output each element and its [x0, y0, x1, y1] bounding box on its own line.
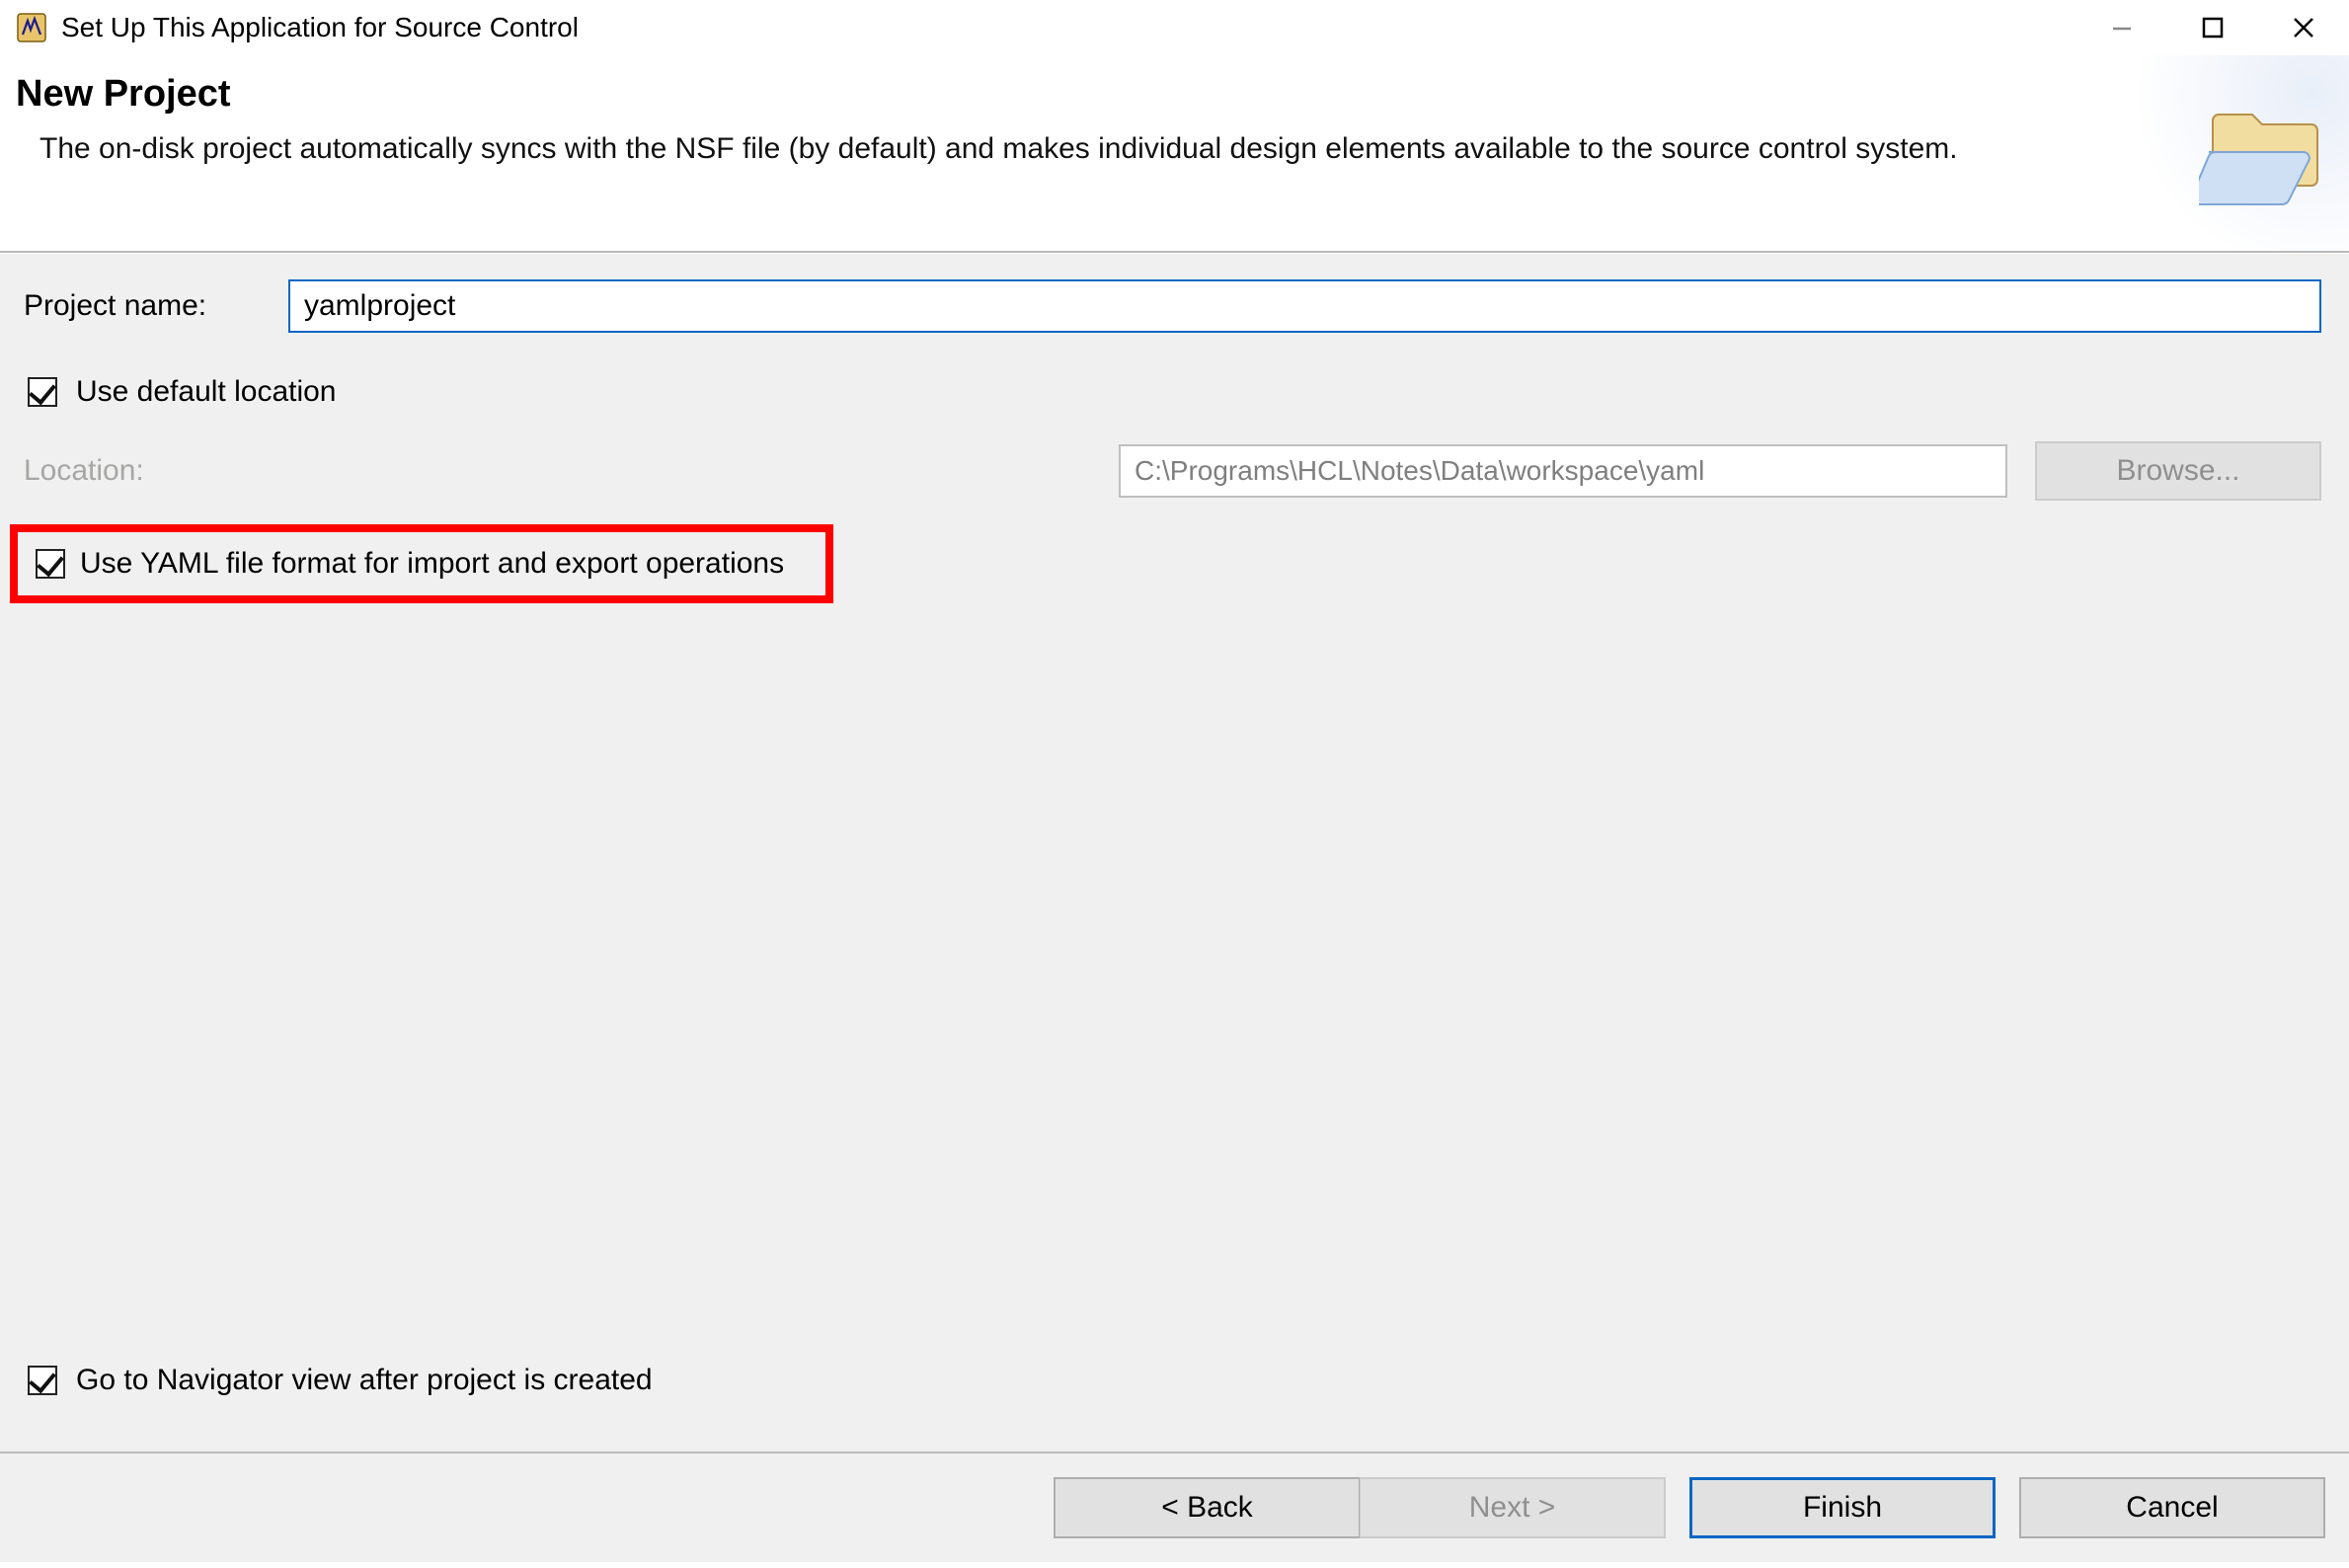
use-yaml-label: Use YAML file format for import and expo…: [80, 547, 784, 581]
wizard-button-bar: < Back Next > Finish Cancel: [0, 1451, 2349, 1562]
next-button: Next >: [1360, 1477, 1666, 1538]
location-input: [1119, 444, 2007, 498]
use-yaml-row[interactable]: Use YAML file format for import and expo…: [10, 524, 833, 603]
go-to-navigator-row[interactable]: Go to Navigator view after project is cr…: [24, 1363, 653, 1398]
window-title: Set Up This Application for Source Contr…: [61, 12, 2076, 43]
use-yaml-checkbox[interactable]: [36, 549, 65, 579]
back-next-group: < Back Next >: [1054, 1477, 1666, 1538]
minimize-button[interactable]: [2076, 0, 2167, 55]
project-name-row: Project name:: [24, 279, 2321, 333]
app-icon: [16, 12, 47, 43]
banner-description: The on-disk project automatically syncs …: [16, 129, 1975, 170]
use-default-location-checkbox[interactable]: [28, 377, 57, 407]
close-button[interactable]: [2258, 0, 2349, 55]
location-row: Location: Browse...: [24, 441, 2321, 501]
titlebar: Set Up This Application for Source Contr…: [0, 0, 2349, 55]
project-name-input[interactable]: [288, 279, 2321, 333]
wizard-body: Project name: Use default location Locat…: [0, 253, 2349, 1451]
back-button[interactable]: < Back: [1054, 1477, 1360, 1538]
use-default-location-label: Use default location: [76, 375, 337, 409]
yaml-option-highlight: Use YAML file format for import and expo…: [24, 518, 2321, 603]
window-controls: [2076, 0, 2349, 55]
open-folder-icon: [2199, 93, 2337, 218]
banner-heading: New Project: [16, 73, 2319, 116]
cancel-button[interactable]: Cancel: [2019, 1477, 2325, 1538]
maximize-button[interactable]: [2167, 0, 2258, 55]
finish-button[interactable]: Finish: [1689, 1477, 1996, 1538]
location-label: Location:: [24, 454, 144, 488]
browse-button: Browse...: [2035, 441, 2321, 501]
wizard-banner: New Project The on-disk project automati…: [0, 55, 2349, 253]
use-default-location-row[interactable]: Use default location: [24, 374, 2321, 410]
project-name-label: Project name:: [24, 289, 288, 323]
go-to-navigator-checkbox[interactable]: [28, 1366, 57, 1395]
go-to-navigator-label: Go to Navigator view after project is cr…: [76, 1364, 653, 1397]
